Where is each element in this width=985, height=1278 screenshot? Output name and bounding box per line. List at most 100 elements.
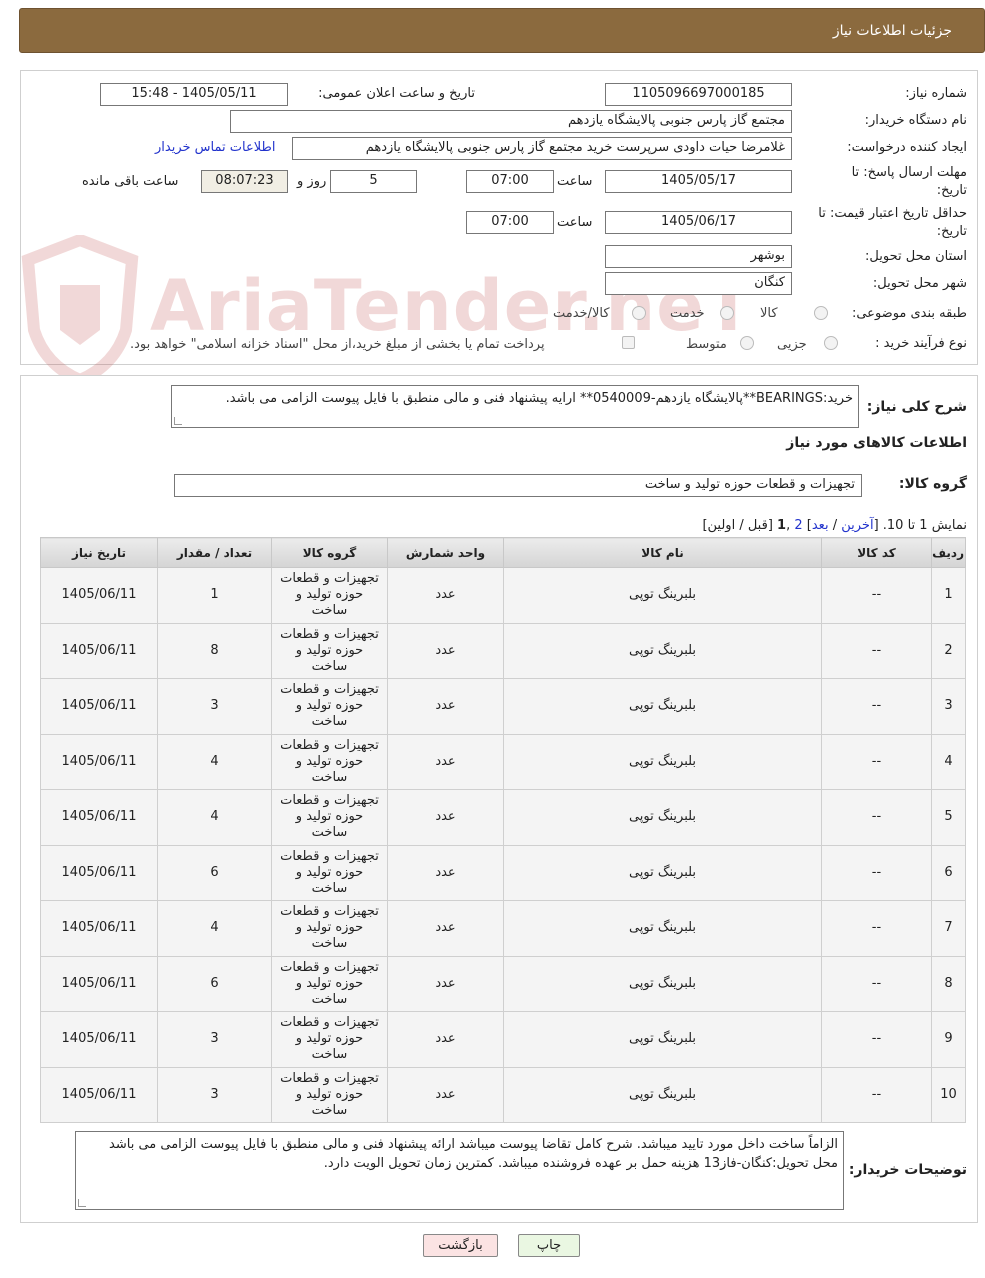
- cell-unit: عدد: [387, 1066, 504, 1123]
- shield-logo-icon: [21, 233, 139, 387]
- cell-unit: عدد: [387, 567, 504, 624]
- cell-unit: عدد: [387, 900, 504, 957]
- cell-group: تجهیزات و قطعات حوزه تولید و ساخت: [271, 567, 388, 624]
- back-button[interactable]: بازگشت: [423, 1234, 498, 1257]
- col-header-date: تاریخ نیاز: [40, 537, 158, 568]
- cell-group: تجهیزات و قطعات حوزه تولید و ساخت: [271, 1011, 388, 1068]
- col-header-unit: واحد شمارش: [387, 537, 504, 568]
- table-row: 3 -- بلبرینگ توپی عدد تجهیزات و قطعات حوزه ت…: [40, 678, 966, 735]
- cell-name: بلبرینگ توپی: [503, 622, 822, 679]
- summary-label: شرح کلی نیاز:: [866, 399, 967, 415]
- requester-field: غلامرضا حیات داودی سرپرست خرید مجتمع گاز…: [292, 137, 792, 160]
- announce-label: تاریخ و ساعت اعلان عمومی:: [318, 86, 475, 101]
- cell-qty: 4: [157, 733, 272, 790]
- pager-suffix: [قبل / اولین]: [702, 518, 778, 533]
- resize-grip-icon[interactable]: [174, 417, 182, 425]
- cell-row: 5: [931, 789, 966, 846]
- table-row: 9 -- بلبرینگ توپی عدد تجهیزات و قطعات حوزه ت…: [40, 1011, 966, 1068]
- table-row: 8 -- بلبرینگ توپی عدد تجهیزات و قطعات حوزه ت…: [40, 955, 966, 1012]
- cell-code: --: [821, 622, 932, 679]
- cell-code: --: [821, 1066, 932, 1123]
- col-header-row: ردیف: [931, 537, 966, 568]
- cell-row: 4: [931, 733, 966, 790]
- table-row: 1 -- بلبرینگ توپی عدد تجهیزات و قطعات حوزه ت…: [40, 567, 966, 624]
- cell-date: 1405/06/11: [40, 567, 158, 624]
- page-title: جزئیات اطلاعات نیاز: [832, 23, 952, 39]
- cell-unit: عدد: [387, 955, 504, 1012]
- validity-date-field: 1405/06/17: [605, 211, 792, 234]
- cell-qty: 3: [157, 1011, 272, 1068]
- need-number-label: شماره نیاز:: [905, 86, 967, 101]
- process-medium-radio[interactable]: [740, 336, 754, 350]
- cell-date: 1405/06/11: [40, 1066, 158, 1123]
- cell-unit: عدد: [387, 1011, 504, 1068]
- process-minor-radio[interactable]: [824, 336, 838, 350]
- deadline-time-label: ساعت: [557, 174, 593, 189]
- cell-group: تجهیزات و قطعات حوزه تولید و ساخت: [271, 622, 388, 679]
- cell-row: 6: [931, 844, 966, 901]
- buyer-contact-link[interactable]: اطلاعات تماس خریدار: [155, 140, 275, 155]
- category-service-radio[interactable]: [720, 306, 734, 320]
- cell-name: بلبرینگ توپی: [503, 567, 822, 624]
- cell-unit: عدد: [387, 678, 504, 735]
- cell-qty: 6: [157, 844, 272, 901]
- summary-textarea[interactable]: خرید:BEARINGS**پالایشگاه یازدهم-0540009*…: [171, 385, 859, 428]
- table-row: 6 -- بلبرینگ توپی عدد تجهیزات و قطعات حوزه ت…: [40, 844, 966, 901]
- cell-name: بلبرینگ توپی: [503, 678, 822, 735]
- category-goods-service-radio[interactable]: [632, 306, 646, 320]
- table-row: 10 -- بلبرینگ توپی عدد تجهیزات و قطعات حوزه …: [40, 1066, 966, 1123]
- cell-row: 10: [931, 1066, 966, 1123]
- pager-separator: /: [828, 518, 842, 533]
- cell-name: بلبرینگ توپی: [503, 1066, 822, 1123]
- table-row: 4 -- بلبرینگ توپی عدد تجهیزات و قطعات حوزه ت…: [40, 733, 966, 790]
- validity-label: حداقل تاریخ اعتبار قیمت: تا: [818, 206, 967, 221]
- cell-group: تجهیزات و قطعات حوزه تولید و ساخت: [271, 789, 388, 846]
- cell-code: --: [821, 789, 932, 846]
- pager-next-link[interactable]: بعد: [812, 518, 829, 533]
- cell-date: 1405/06/11: [40, 622, 158, 679]
- cell-name: بلبرینگ توپی: [503, 844, 822, 901]
- category-goods-radio[interactable]: [814, 306, 828, 320]
- cell-qty: 3: [157, 1066, 272, 1123]
- cell-code: --: [821, 1011, 932, 1068]
- col-header-name: نام کالا: [503, 537, 822, 568]
- table-row: 7 -- بلبرینگ توپی عدد تجهیزات و قطعات حوزه ت…: [40, 900, 966, 957]
- buyer-org-field: مجتمع گاز پارس جنوبی پالایشگاه یازدهم: [230, 110, 792, 133]
- cell-qty: 6: [157, 955, 272, 1012]
- cell-row: 9: [931, 1011, 966, 1068]
- col-header-code: کد کالا: [821, 537, 932, 568]
- cell-name: بلبرینگ توپی: [503, 789, 822, 846]
- resize-grip-icon[interactable]: [78, 1199, 86, 1207]
- deadline-date-field: 1405/05/17: [605, 170, 792, 193]
- col-header-qty: تعداد / مقدار: [157, 537, 272, 568]
- cell-unit: عدد: [387, 844, 504, 901]
- cell-date: 1405/06/11: [40, 955, 158, 1012]
- cell-name: بلبرینگ توپی: [503, 1011, 822, 1068]
- cell-date: 1405/06/11: [40, 733, 158, 790]
- category-goods-service-label: کالا/خدمت: [553, 306, 610, 321]
- buyer-notes-textarea[interactable]: الزاماً ساخت داخل مورد تایید میباشد. شرح…: [75, 1131, 844, 1210]
- cell-qty: 1: [157, 567, 272, 624]
- cell-code: --: [821, 844, 932, 901]
- category-label: طبقه بندی موضوعی:: [851, 306, 967, 321]
- cell-name: بلبرینگ توپی: [503, 955, 822, 1012]
- items-table: ردیف کد کالا نام کالا واحد شمارش گروه کا…: [40, 537, 966, 1123]
- cell-unit: عدد: [387, 789, 504, 846]
- pager-page-2-link[interactable]: 2: [794, 518, 802, 533]
- cell-qty: 3: [157, 678, 272, 735]
- pagination: نمایش 1 تا 10. [آخرین / بعد] 2 ,1 [قبل /…: [702, 518, 967, 533]
- cell-code: --: [821, 955, 932, 1012]
- pager-separator: ]: [802, 518, 812, 533]
- cell-group: تجهیزات و قطعات حوزه تولید و ساخت: [271, 955, 388, 1012]
- cell-row: 8: [931, 955, 966, 1012]
- province-field: بوشهر: [605, 245, 792, 268]
- validity-label-date: تاریخ:: [936, 224, 967, 239]
- print-button[interactable]: چاپ: [518, 1234, 580, 1257]
- pager-last-link[interactable]: آخرین: [841, 518, 873, 533]
- treasury-payment-checkbox[interactable]: [622, 336, 635, 349]
- cell-group: تجهیزات و قطعات حوزه تولید و ساخت: [271, 1066, 388, 1123]
- remaining-time-field: 08:07:23: [201, 170, 288, 193]
- validity-time-field: 07:00: [466, 211, 554, 234]
- cell-qty: 8: [157, 622, 272, 679]
- col-header-group: گروه کالا: [271, 537, 388, 568]
